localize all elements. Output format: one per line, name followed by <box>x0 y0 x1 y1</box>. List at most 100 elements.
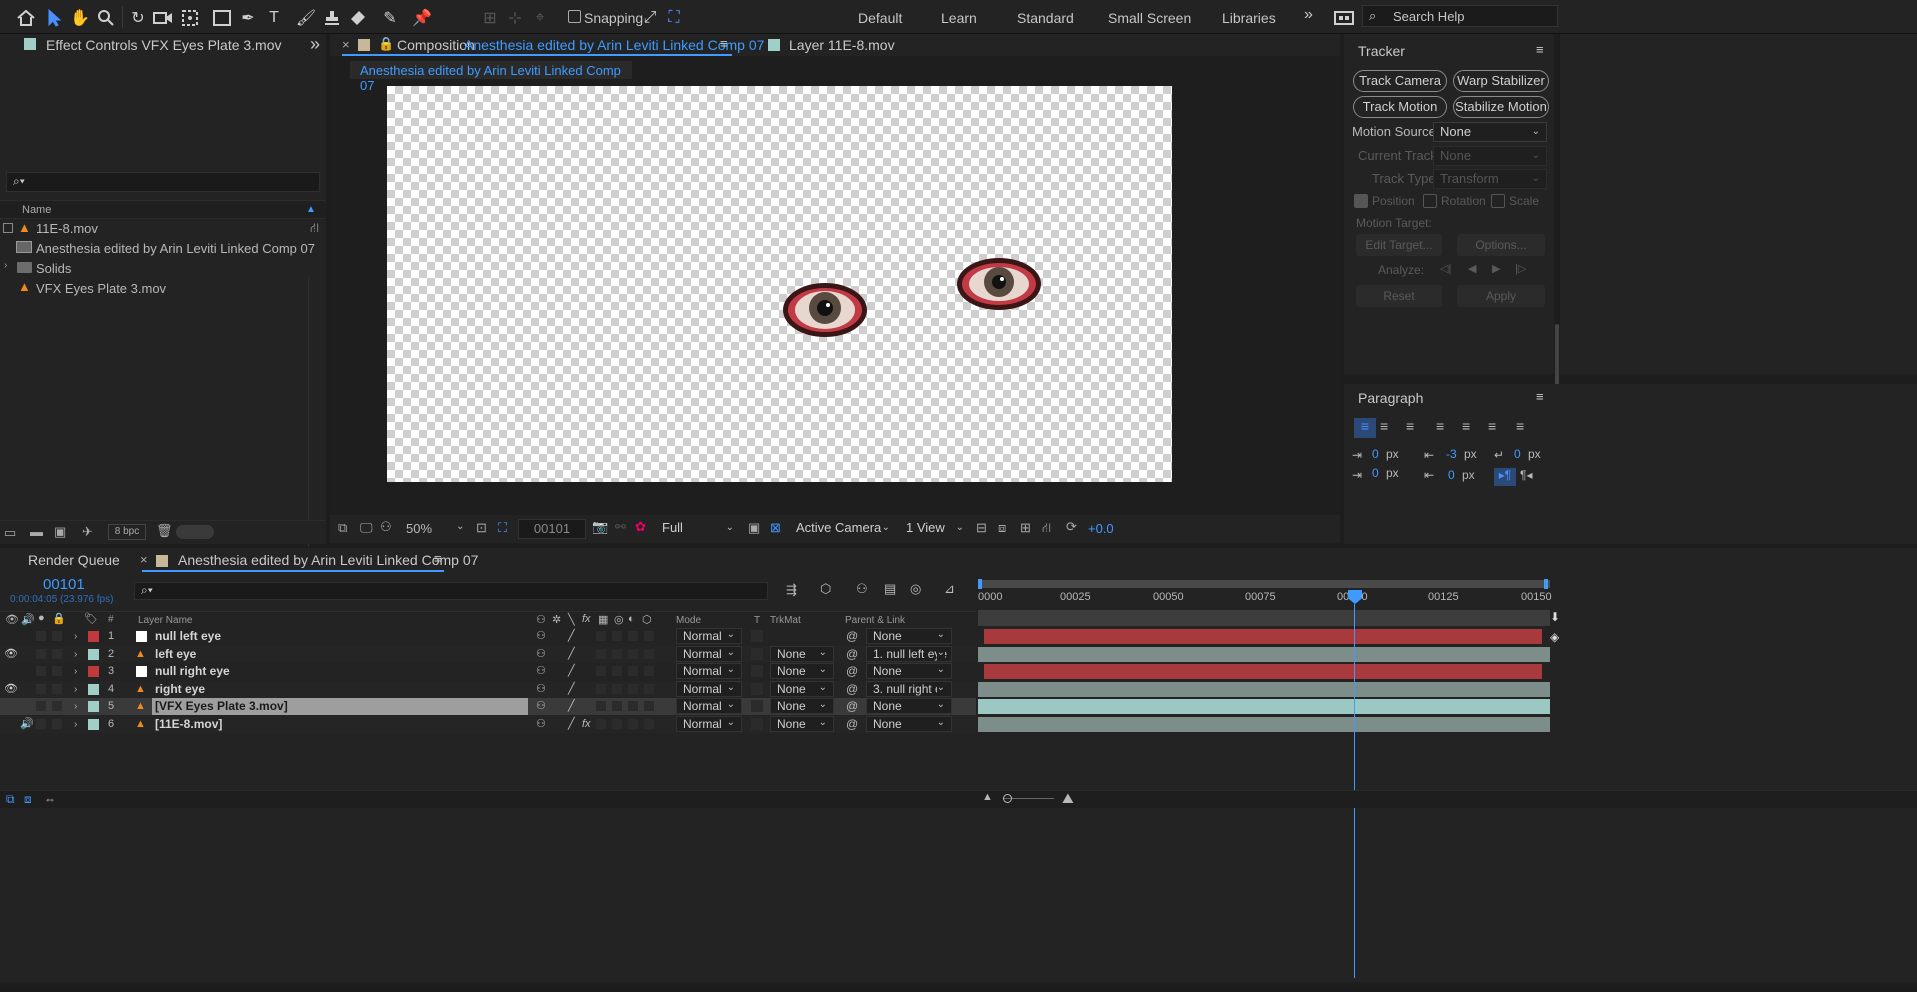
rotation-tool-icon[interactable]: ↻ <box>126 6 150 30</box>
layer-mode-dropdown[interactable]: Normal ⌄ <box>676 698 742 715</box>
puppet-pin-tool-icon[interactable]: 📌 <box>410 6 434 30</box>
search-help-field[interactable]: ⌕ Search Help <box>1362 5 1558 27</box>
rectangle-tool-icon[interactable] <box>210 6 234 30</box>
pen-tool-icon[interactable]: ✒ <box>236 6 260 30</box>
time-ruler[interactable]: 0000 00025 00050 00075 00100 00125 00150 <box>978 590 1552 610</box>
graph-editor-icon[interactable]: ⊿ <box>944 581 955 597</box>
monitor-icon[interactable]: 🖵 <box>360 520 373 536</box>
quality-switch-icon[interactable]: ╱ <box>568 714 575 735</box>
lock-toggle[interactable] <box>52 648 62 659</box>
layer-name-cell[interactable]: right eye <box>152 681 528 698</box>
motion-blur-toggle[interactable] <box>612 666 622 677</box>
3d-toggle[interactable] <box>644 701 654 712</box>
snap-edges-icon[interactable]: ⤢ <box>638 6 662 30</box>
shy-switch-icon[interactable]: ⚇ <box>536 714 546 735</box>
video-eye-icon[interactable]: 👁 <box>5 613 19 626</box>
adjustment-toggle[interactable] <box>628 666 638 677</box>
timeline-layer-row[interactable]: 🔊 › 6 ▲ [11E-8.mov] ⚇ ╱ fx Normal ⌄ None ⌄… <box>0 716 1917 733</box>
track-type-dropdown[interactable]: Transform ⌄ <box>1433 169 1547 189</box>
trash-icon[interactable]: 🗑 <box>156 523 173 539</box>
layer-marker-icon[interactable]: ◈ <box>1550 630 1559 644</box>
adjustment-toggle[interactable] <box>628 648 638 659</box>
layer-name-cell[interactable]: null left eye <box>152 628 528 645</box>
preserve-transparency-toggle[interactable] <box>751 665 763 678</box>
trkmat-dropdown[interactable]: None ⌄ <box>770 663 834 680</box>
layer-name-cell[interactable]: [11E-8.mov] <box>152 716 528 733</box>
layer-mode-dropdown[interactable]: Normal ⌄ <box>676 680 742 697</box>
lock-toggle[interactable] <box>52 631 62 641</box>
current-track-dropdown[interactable]: None ⌄ <box>1433 146 1547 166</box>
current-time-field[interactable]: 00101 <box>518 519 586 539</box>
frame-blend-toggle[interactable] <box>596 666 606 677</box>
justify-right-icon[interactable]: ≡ <box>1488 418 1496 434</box>
layer-name-cell[interactable]: left eye <box>152 646 528 663</box>
camera-dropdown[interactable]: Active Camera ⌄ <box>790 519 896 539</box>
parent-link-dropdown[interactable]: None ⌄ <box>866 628 952 644</box>
snapshot-icon[interactable]: 📷 <box>592 519 608 535</box>
justify-left-icon[interactable]: ≡ <box>1436 418 1444 434</box>
close-tab-icon[interactable]: × <box>140 552 148 567</box>
preserve-transparency-toggle[interactable] <box>751 700 763 713</box>
zoom-in-icon[interactable]: ⛰ <box>1062 790 1074 807</box>
trkmat-dropdown[interactable]: None ⌄ <box>770 645 834 662</box>
new-composition-icon[interactable]: ▣ <box>54 524 66 540</box>
transfer-controls-toggle-icon[interactable]: ⧈ <box>24 792 32 807</box>
scale-checkbox[interactable] <box>1491 194 1505 208</box>
work-area-end[interactable] <box>1544 579 1548 589</box>
options-button[interactable]: Options... <box>1457 234 1545 256</box>
label-color-swatch[interactable] <box>88 701 99 713</box>
trkmat-dropdown[interactable]: None ⌄ <box>770 716 834 732</box>
project-item[interactable]: › Solids <box>0 258 326 278</box>
track-motion-button[interactable]: Track Motion <box>1353 96 1447 118</box>
track-camera-button[interactable]: Track Camera <box>1353 70 1447 92</box>
project-item[interactable]: ▲ VFX Eyes Plate 3.mov <box>0 277 326 297</box>
thumbnail-slider[interactable] <box>176 525 214 539</box>
fit-icon[interactable]: ⊡ <box>476 520 487 536</box>
reset-exposure-icon[interactable]: ⟳ <box>1066 519 1077 535</box>
project-settings-icon[interactable]: ✈ <box>82 524 93 540</box>
solo-toggle[interactable] <box>36 683 46 694</box>
name-column-header[interactable]: Name <box>22 204 51 216</box>
world-axis-icon[interactable]: ⊹ <box>503 6 527 30</box>
effect-switch-icon[interactable]: fx <box>582 714 591 735</box>
lock-toggle[interactable] <box>52 683 62 694</box>
analyze-forward-icon[interactable]: ▶ <box>1492 262 1500 275</box>
layer-mode-dropdown[interactable]: Normal ⌄ <box>676 628 742 644</box>
eye-icon[interactable]: 👁 <box>4 679 18 700</box>
justify-center-icon[interactable]: ≡ <box>1462 418 1470 434</box>
color-channels-icon[interactable]: ✿ <box>635 519 646 535</box>
frame-blending-icon[interactable]: ▤ <box>884 581 896 597</box>
interpret-footage-icon[interactable]: ▭ <box>4 525 16 541</box>
rotation-checkbox[interactable] <box>1423 194 1437 208</box>
analyze-back-frame-icon[interactable]: ◁| <box>1440 262 1451 275</box>
zoom-dropdown-icon[interactable]: ⌄ <box>456 521 464 532</box>
space-before-value[interactable]: -3 <box>1446 447 1457 461</box>
space-after-value[interactable]: 0 <box>1448 468 1455 482</box>
preserve-transparency-toggle[interactable] <box>751 682 763 695</box>
comp-flowchart-icon[interactable]: ⇶ <box>786 582 797 598</box>
align-right-icon[interactable]: ≡ <box>1406 418 1414 434</box>
vr-goggles-icon[interactable]: ⚇ <box>380 519 392 535</box>
layer-name-header[interactable]: Layer Name <box>138 615 192 626</box>
region-of-interest-icon[interactable]: ⛶ <box>498 520 507 536</box>
indent-right-value[interactable]: 0 <box>1514 447 1521 461</box>
position-checkbox[interactable] <box>1354 194 1368 208</box>
frame-blend-toggle[interactable] <box>596 719 606 729</box>
draft-3d-icon[interactable]: ⬡ <box>820 581 831 597</box>
justify-all-icon[interactable]: ≡ <box>1516 418 1524 434</box>
label-color-swatch[interactable] <box>88 683 99 695</box>
apply-button[interactable]: Apply <box>1457 285 1545 307</box>
analyze-forward-frame-icon[interactable]: |▷ <box>1515 262 1526 275</box>
analyze-backward-icon[interactable]: ◀ <box>1468 262 1476 275</box>
label-color-swatch[interactable] <box>88 719 99 730</box>
trkmat-dropdown[interactable]: None ⌄ <box>770 680 834 697</box>
3d-toggle[interactable] <box>644 719 654 729</box>
motion-blur-toggle[interactable] <box>612 719 622 729</box>
transparency-grid-icon[interactable]: ⊠ <box>770 520 781 536</box>
adjustment-toggle[interactable] <box>628 631 638 641</box>
zoom-tool-icon[interactable] <box>94 6 118 30</box>
3d-toggle[interactable] <box>644 683 654 694</box>
workspace-overflow-icon[interactable]: » <box>1304 6 1313 24</box>
flowchart-icon[interactable]: ⛙ <box>1042 520 1051 538</box>
solo-toggle[interactable] <box>36 666 46 677</box>
